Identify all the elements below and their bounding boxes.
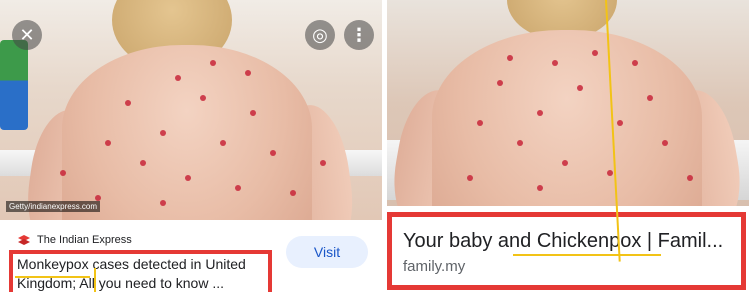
lens-button[interactable]: ◎ [305,20,335,50]
close-icon: ✕ [19,24,35,45]
child-back [62,45,312,220]
left-result-title[interactable]: Monkeypox cases detected in United Kingd… [17,255,267,292]
source-logo-icon [17,234,31,246]
left-annotation-line [94,268,96,292]
right-result-title[interactable]: Your baby and Chickenpox | Famil... [403,230,723,253]
left-result-photo[interactable]: ✕ ◎ ⋮ Getty/indianexpress.com [0,0,382,220]
source-name: The Indian Express [37,234,132,246]
right-result-photo[interactable] [387,0,749,206]
right-annotation-underline [513,254,661,256]
left-search-result[interactable]: ✕ ◎ ⋮ Getty/indianexpress.com The Indian… [0,0,382,292]
bath-toy [0,40,28,130]
left-annotation-underline [15,276,90,278]
lens-icon: ◎ [312,24,328,45]
right-search-result[interactable]: Your baby and Chickenpox | Famil... fami… [387,0,749,292]
more-vert-icon: ⋮ [350,24,368,45]
photo-credit: Getty/indianexpress.com [6,201,101,212]
close-button[interactable]: ✕ [12,20,42,50]
visit-button[interactable]: Visit [286,236,368,268]
source-row[interactable]: The Indian Express [17,234,132,246]
right-result-domain[interactable]: family.my [403,258,465,275]
more-options-button[interactable]: ⋮ [344,20,374,50]
